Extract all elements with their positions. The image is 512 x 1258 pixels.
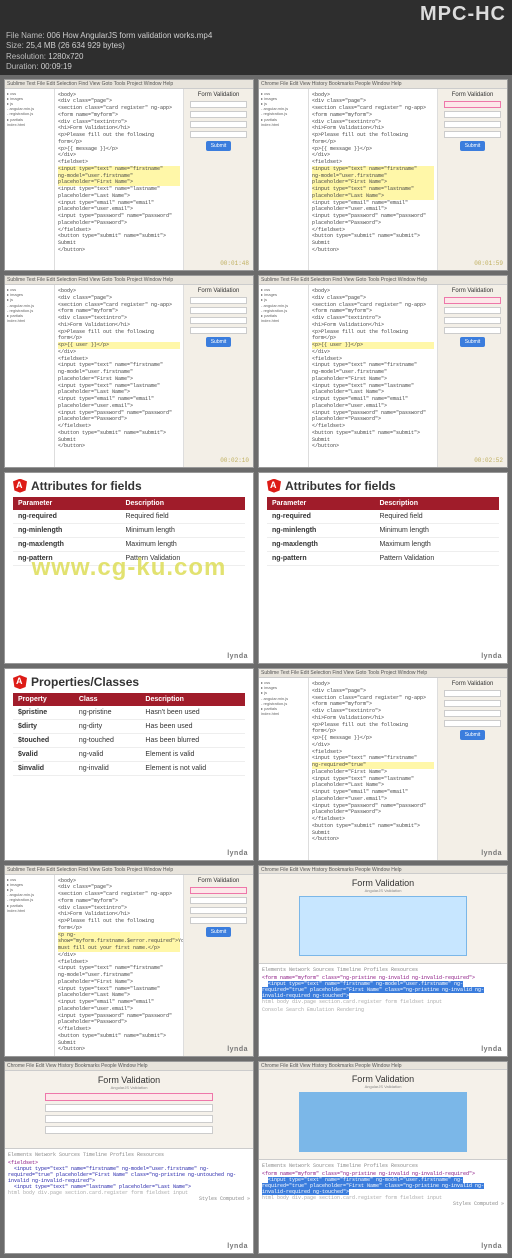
thumb-7[interactable]: Properties/Classes PropertyClassDescript…	[4, 668, 254, 861]
properties-table: PropertyClassDescription$pristineng-pris…	[13, 693, 245, 776]
thumb-5[interactable]: Attributes for fields ParameterDescripti…	[4, 472, 254, 665]
submit-button[interactable]: Submit	[206, 141, 232, 151]
devtools-panel[interactable]: Elements Network Sources Timeline Profil…	[259, 963, 507, 1056]
thumb-1[interactable]: Sublime Text File Edit Selection Find Vi…	[4, 79, 254, 272]
thumb-3[interactable]: Sublime Text File Edit Selection Find Vi…	[4, 275, 254, 468]
form-preview: Form Validation Submit	[183, 89, 253, 271]
angular-icon	[13, 479, 27, 493]
editor-menubar: Sublime Text File Edit Selection Find Vi…	[5, 80, 253, 89]
lynda-badge: lynda	[227, 653, 248, 660]
thumb-9[interactable]: Sublime Text File Edit Selection Find Vi…	[4, 865, 254, 1058]
thumb-6[interactable]: Attributes for fields ParameterDescripti…	[258, 472, 508, 665]
devtools-tabs[interactable]: Elements Network Sources Timeline Profil…	[262, 967, 504, 973]
timestamp: 00:01:48	[220, 260, 249, 267]
code-editor: <body> <div class="page"> <section class…	[55, 89, 183, 271]
file-meta: File Name: 006 How AngularJS form valida…	[0, 29, 512, 75]
attributes-table: ParameterDescriptionng-requiredRequired …	[13, 497, 245, 566]
thumb-10[interactable]: Chrome File Edit View History Bookmarks …	[258, 865, 508, 1058]
player-brand: MPC-HC	[420, 3, 506, 26]
thumb-2[interactable]: Chrome File Edit View History Bookmarks …	[258, 79, 508, 272]
thumb-4[interactable]: Sublime Text File Edit Selection Find Vi…	[258, 275, 508, 468]
thumb-8[interactable]: Sublime Text File Edit Selection Find Vi…	[258, 668, 508, 861]
thumbnail-grid: Sublime Text File Edit Selection Find Vi…	[0, 75, 512, 1258]
thumb-11[interactable]: Chrome File Edit View History Bookmarks …	[4, 1061, 254, 1254]
thumb-12[interactable]: Chrome File Edit View History Bookmarks …	[258, 1061, 508, 1254]
slide-attributes: Attributes for fields ParameterDescripti…	[5, 473, 253, 664]
slide-properties: Properties/Classes PropertyClassDescript…	[5, 669, 253, 860]
highlighted-field	[299, 896, 467, 956]
file-tree: ▸ css▸ images▸ js - angular.min.js - reg…	[5, 89, 55, 271]
